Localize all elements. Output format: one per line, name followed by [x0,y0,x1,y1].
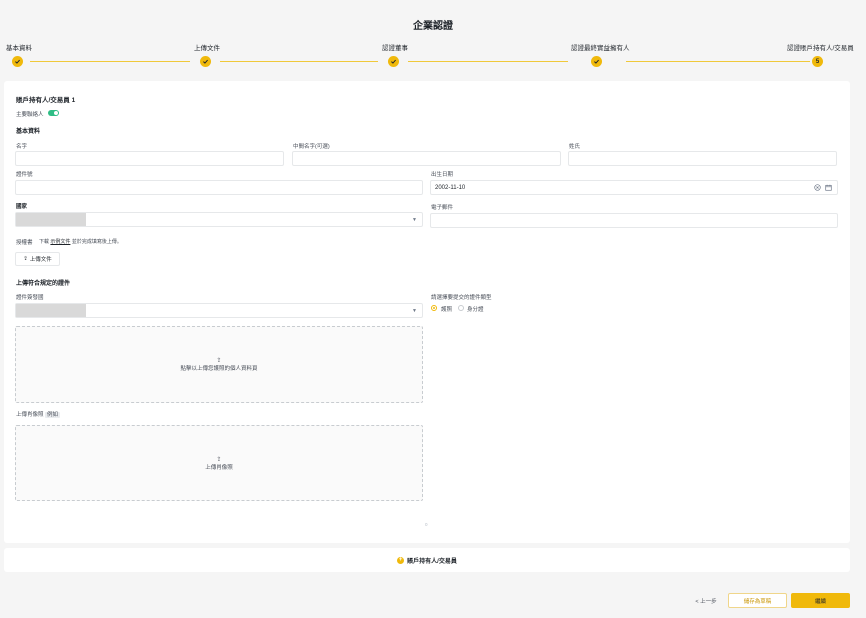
account-holder-card: 賬戶持有人/交易員 1 主要聯絡人 基本資料 名字 中間名字(可選) 姓氏 證件… [4,81,850,543]
country-flag-placeholder [16,213,86,226]
upload-file-label: 上傳文件 [29,257,52,263]
step-number-current: 5 [812,56,823,67]
step-connector [408,61,568,62]
authorization-hint: 下載 示例文件 並於完成填寫後上傳。 [39,238,122,245]
holder-title: 賬戶持有人/交易員 1 [16,97,76,104]
dob-label: 出生日期 [431,172,454,178]
check-icon [12,56,23,67]
middle-name-label: 中間名字(可選) [293,144,330,150]
country-select[interactable]: ▼ [15,212,423,227]
step-connector [626,61,810,62]
email-input[interactable] [430,213,838,228]
back-button[interactable]: < 上一步 [690,593,722,608]
radio-id-card[interactable] [458,305,464,311]
chevron-down-icon: ▼ [412,217,417,223]
last-name-label: 姓氏 [569,144,581,150]
country-label: 國家 [16,204,28,210]
upload-icon: ⇪ [216,358,222,364]
radio-passport-label: 護照 [441,307,453,313]
radio-passport[interactable] [431,305,437,311]
sample-document-link[interactable]: 示例文件 [50,239,70,245]
photo-dropzone-text: 上傳肖像照 [205,464,233,471]
authorization-label: 授權書 [16,240,33,246]
issuing-country-select[interactable]: ▼ [15,303,423,318]
first-name-input[interactable] [15,151,284,166]
authorization-hint-prefix: 下載 [39,239,50,245]
step-label-account-holders: 認證賬戶持有人/交易員 [787,45,854,52]
photo-label-text: 上傳肖像照 [16,412,44,418]
photo-upload-dropzone[interactable]: ⇪ 上傳肖像照 [15,425,423,501]
page-indicator: 0 [425,522,428,527]
passport-upload-dropzone[interactable]: ⇪ 點擊以上傳您護照的個人資料頁 [15,326,423,403]
radio-id-card-label: 身分證 [467,307,484,313]
issuing-country-label: 證件簽發國 [16,295,44,301]
add-holder-label: 賬戶持有人/交易員 [407,558,457,565]
last-name-input[interactable] [568,151,837,166]
check-icon [200,56,211,67]
dob-value: 2002-11-10 [435,184,466,191]
clear-icon[interactable] [814,184,821,193]
photo-example-tag[interactable]: 例如 [45,412,61,418]
page-title: 企業認證 [413,21,453,32]
continue-button[interactable]: 繼續 [791,593,850,608]
stepper: 基本資料 上傳文件 認證董事 認證最終實益擁有人 認證賬戶持有人/交易員 5 [0,42,866,72]
step-label-ubo: 認證最終實益擁有人 [571,45,630,52]
save-draft-button[interactable]: 儲存為草稿 [728,593,787,608]
step-label-upload-docs: 上傳文件 [194,45,220,52]
step-label-directors: 認證董事 [382,45,408,52]
step-connector [220,61,378,62]
passport-dropzone-text: 點擊以上傳您護照的個人資料頁 [180,366,258,372]
first-name-label: 名字 [16,144,28,150]
basic-info-title: 基本資料 [16,129,41,135]
middle-name-input[interactable] [292,151,561,166]
step-label-basic-info: 基本資料 [6,45,32,52]
dob-input[interactable]: 2002-11-10 [430,180,838,195]
doc-type-label: 請選擇要提交的證件類型 [431,295,492,301]
primary-contact-toggle[interactable] [48,110,59,116]
add-holder-button[interactable]: + 賬戶持有人/交易員 [4,548,850,572]
calendar-icon[interactable] [825,184,832,193]
country-flag-placeholder [16,304,86,317]
upload-icon: ⇪ [23,256,28,262]
plus-icon: + [397,556,405,564]
check-icon [388,56,399,67]
step-connector [30,61,190,62]
check-icon [591,56,602,67]
upload-file-button[interactable]: ⇪ 上傳文件 [15,252,60,266]
id-number-label: 證件號 [16,172,33,178]
authorization-hint-suffix: 並於完成填寫後上傳。 [71,239,122,245]
chevron-down-icon: ▼ [412,308,417,314]
primary-contact-label: 主要聯絡人 [16,112,44,118]
photo-label: 上傳肖像照 例如 [16,410,61,418]
upload-docs-title: 上傳符合規定的證件 [16,281,71,287]
id-number-input[interactable] [15,180,423,195]
email-label: 電子郵件 [431,205,454,211]
upload-icon: ⇪ [216,456,222,463]
